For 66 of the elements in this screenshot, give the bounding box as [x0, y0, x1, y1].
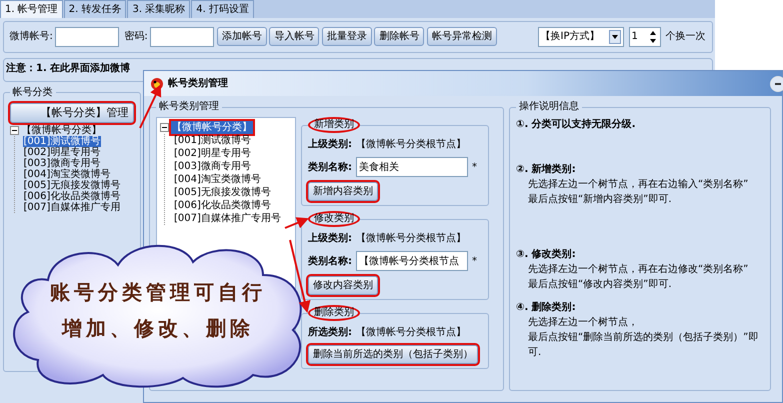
dialog-title: 帐号类别管理 — [168, 76, 228, 91]
help-heading: ③. 修改类别: — [516, 248, 577, 262]
help-heading: ④. 删除类别: — [516, 300, 577, 315]
password-label: 密码: — [124, 30, 148, 44]
parent-category-value: 【微博帐号分类根节点】 — [356, 326, 466, 340]
callout-text: 账号分类管理可自行 — [50, 279, 266, 306]
tab[interactable]: 1. 帐号管理 — [0, 0, 63, 18]
tree-item[interactable]: [003]微商专用号 — [173, 160, 252, 173]
tree-item[interactable]: [003]微商专用号 — [22, 158, 102, 170]
help-heading: ①. 分类可以支持无限分级. — [516, 118, 637, 132]
ip-mode-dropdown[interactable]: 【换IP方式】 — [538, 26, 624, 46]
help-text: 先选择左边一个树节点，再在右边修改“类别名称” — [527, 262, 750, 277]
help-text: 最后点按钮“新增内容类别”即可. — [527, 192, 673, 207]
tab[interactable]: 2. 转发任务 — [64, 0, 126, 18]
edit-category-button[interactable]: 修改内容类别 — [308, 276, 378, 295]
tree-item[interactable]: [001]测试微博号 — [22, 136, 102, 148]
help-heading: ②. 新增类别: — [516, 162, 577, 177]
notice-text: 注意：1. 在此界面添加微博 — [6, 63, 130, 74]
callout-text: 增加、修改、删除 — [62, 315, 254, 342]
switch-suffix-label: 个换一次 — [666, 30, 706, 44]
help-text: 先选择左边一个树节点，再在右边输入“类别名称” — [527, 178, 750, 192]
tree-item[interactable]: [004]淘宝类微博号 — [22, 169, 112, 180]
manage-categories-button[interactable]: 【帐号分类】管理 — [10, 102, 134, 123]
field-label: 类别名称: — [308, 160, 352, 174]
field-label: 所选类别: — [308, 326, 352, 340]
tree-item[interactable]: [007]自媒体推广专用号 — [173, 212, 282, 225]
field-label: 类别名称: — [308, 254, 352, 268]
toolbar-button[interactable]: 导入帐号 — [269, 27, 320, 46]
tree-item[interactable]: [005]无痕接发微博号 — [22, 180, 122, 192]
tree-item[interactable]: [005]无痕接发微博号 — [173, 186, 272, 199]
required-mark: * — [472, 160, 477, 174]
toolbar-button[interactable]: 添加帐号 — [216, 27, 267, 46]
section-title: 删除类别 — [308, 305, 360, 321]
parent-category-value: 【微博帐号分类根节点】 — [356, 232, 466, 246]
required-mark: * — [472, 254, 477, 268]
section-title: 修改类别 — [308, 211, 360, 227]
toolbar-button[interactable]: 帐号异常检测 — [426, 27, 497, 46]
tree-item[interactable]: [001]测试微博号 — [173, 134, 252, 147]
tree-item[interactable]: [002]明星专用号 — [173, 147, 252, 160]
toolbar-button[interactable]: 删除帐号 — [374, 27, 424, 46]
tree-item[interactable]: [007]自媒体推广专用 — [22, 202, 122, 214]
tree-item[interactable]: [002]明星专用号 — [22, 147, 102, 158]
count-spinner[interactable]: 1 — [628, 26, 660, 46]
tree-item[interactable]: 【微博帐号分类】 — [20, 125, 102, 136]
delete-category-button[interactable]: 删除当前所选的类别（包括子类别） — [308, 345, 478, 364]
group-title: 操作说明信息 — [518, 101, 580, 113]
tree-item[interactable]: 【微博帐号分类】 — [171, 121, 253, 134]
help-text: 最后点按钮“修改内容类别”即可. — [527, 278, 673, 292]
field-label: 上级类别: — [308, 232, 352, 246]
category-name-field[interactable]: 美食相关 — [356, 157, 468, 177]
field-label: 上级类别: — [308, 138, 352, 152]
help-text: 最后点按钮“删除当前所选的类别（包括子类别）”即可. — [527, 330, 760, 360]
panel-title: 帐号分类 — [12, 86, 54, 98]
help-text: 先选择左边一个树节点， — [527, 316, 639, 330]
account-label: 微博帐号: — [10, 30, 53, 44]
section-title: 新增类别 — [308, 117, 360, 133]
group-title: 帐号类别管理 — [158, 101, 220, 113]
toolbar-button[interactable]: 批量登录 — [322, 27, 372, 46]
tree-item[interactable]: [006]化妆品类微博号 — [22, 191, 122, 202]
tab[interactable]: 4. 打码设置 — [191, 0, 254, 18]
add-category-button[interactable]: 新增内容类别 — [308, 182, 378, 201]
parent-category-value: 【微博帐号分类根节点】 — [356, 138, 466, 152]
category-name-field[interactable]: 【微博帐号分类根节点 — [356, 251, 468, 271]
tab[interactable]: 3. 采集昵称 — [127, 0, 190, 18]
tree-item[interactable]: [006]化妆品类微博号 — [173, 199, 272, 212]
tree-item[interactable]: [004]淘宝类微博号 — [173, 173, 262, 186]
